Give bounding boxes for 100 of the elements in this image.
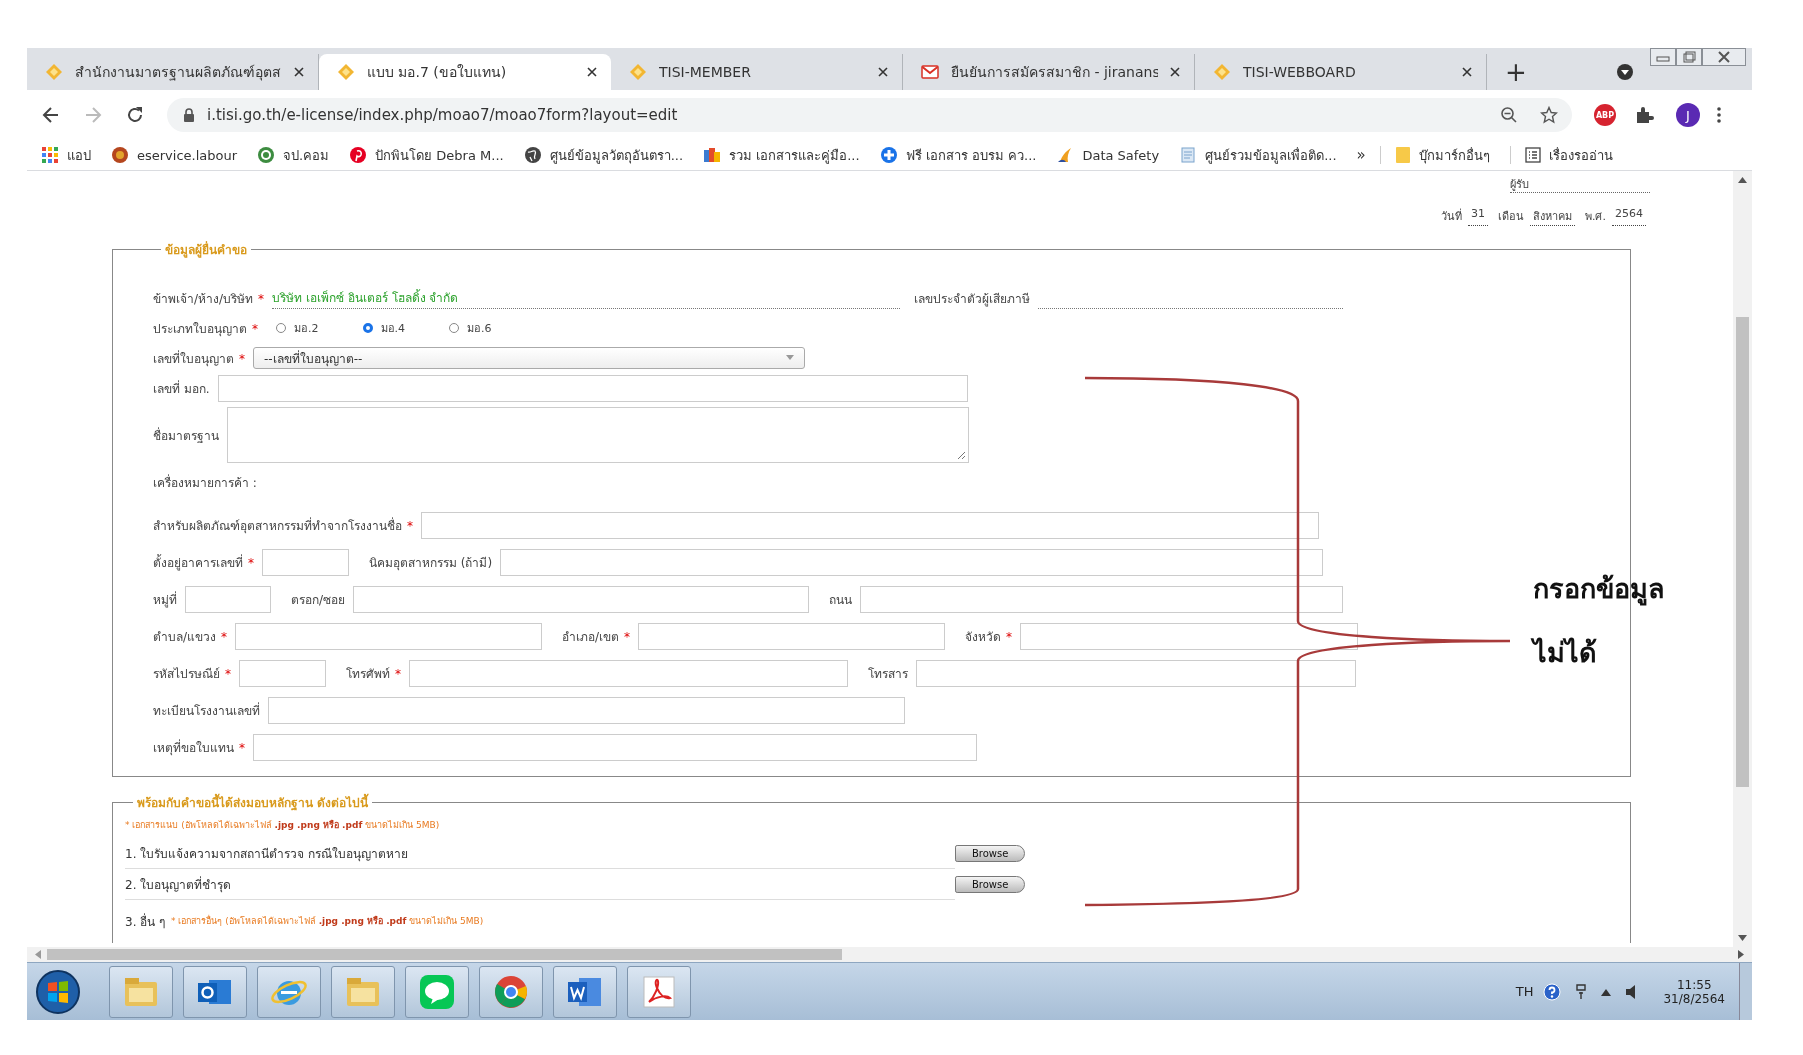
taskbar-button[interactable] [257, 965, 321, 1018]
field-label: โทรศัพท์ * [346, 666, 401, 683]
scroll-thumb[interactable] [1736, 317, 1749, 787]
scroll-right-icon[interactable] [1738, 950, 1744, 959]
scroll-left-icon[interactable] [35, 950, 41, 959]
close-icon[interactable] [587, 67, 597, 77]
language-indicator[interactable]: TH [1515, 984, 1534, 999]
back-icon[interactable] [41, 105, 61, 125]
taskbar-button[interactable] [109, 965, 173, 1018]
input-field[interactable] [185, 586, 271, 613]
document-icon [1179, 146, 1198, 164]
close-icon[interactable] [1170, 67, 1180, 77]
taskbar-button[interactable] [405, 965, 469, 1018]
close-button[interactable] [1702, 48, 1746, 66]
field-label: เลขประจำตัวผู้เสียภาษี [914, 290, 1031, 308]
input-field[interactable] [239, 660, 326, 687]
radio-button[interactable] [362, 323, 373, 333]
bookmark-item[interactable]: ศูนย์ข้อมูลวัตถุอันตรา... [523, 144, 684, 166]
close-icon[interactable] [294, 67, 304, 77]
bookmark-item[interactable]: แอป [41, 144, 91, 166]
browse-button[interactable]: Browse [955, 844, 1026, 862]
taskbar-button[interactable] [331, 965, 395, 1018]
taskbar-button[interactable] [183, 965, 247, 1018]
caret-icon [786, 355, 794, 361]
input-field[interactable] [268, 697, 905, 724]
field-label: เหตุที่ขอใบแทน * [153, 738, 245, 757]
field-label: รหัสไปรษณีย์ * [153, 666, 231, 683]
apps-grid-icon [41, 146, 59, 164]
bookmark-item[interactable]: รวม เอกสารและคู่มือ... [703, 144, 860, 166]
field-label: ถนน [829, 592, 853, 609]
taskbar-button[interactable] [553, 965, 617, 1018]
taskbar-button[interactable] [627, 965, 691, 1018]
reload-icon[interactable] [125, 105, 145, 125]
bookmark-item[interactable]: ปักพินโดย Debra M... [349, 144, 504, 166]
bookmark-item[interactable]: ฟรี เอกสาร อบรม คว... [879, 144, 1037, 166]
envelope-icon [921, 65, 939, 79]
help-icon[interactable] [1543, 982, 1562, 1001]
zoom-out-icon[interactable] [1500, 106, 1518, 124]
new-tab-button[interactable]: + [1487, 54, 1545, 90]
field-label: ชื่อมาตรฐาน [153, 426, 219, 445]
close-icon[interactable] [1462, 67, 1472, 77]
input-field[interactable] [638, 623, 946, 650]
date-label: พ.ศ. [1585, 209, 1606, 225]
site-icon [257, 146, 276, 164]
bookmark-item[interactable]: eservice.labour [111, 146, 238, 164]
field-label: นิคมอุตสาหกรรม (ถ้ามี) [369, 555, 493, 572]
bookmark-item[interactable]: จป.คอม [257, 144, 330, 166]
restore-button[interactable] [1676, 48, 1702, 66]
field-label: สำหรับผลิตภัณฑ์อุตสาหกรรมที่ทำจากโรงงานชื่อ * [153, 516, 413, 535]
field-label: เครื่องหมายการค้า : [153, 473, 257, 492]
bookmark-item[interactable]: ศูนย์รวมข้อมูลเพื่อติด... [1179, 144, 1337, 166]
bookmark-item[interactable]: Data Safety [1056, 146, 1160, 164]
section-title: พร้อมกับคำขอนี้ได้ส่งมอบหลักฐาน ดังต่อไปนี้ [133, 793, 373, 812]
input-field[interactable] [860, 586, 1344, 613]
clock-time[interactable]: 11:55 [1676, 977, 1712, 992]
address-bar[interactable]: i.tisi.go.th/e-license/index.php/moao7/moao7form?layout=edit [167, 98, 1572, 132]
close-icon[interactable] [878, 67, 888, 77]
start-button[interactable] [35, 968, 81, 1015]
date-value: 31 [1468, 207, 1488, 226]
books-icon [703, 146, 722, 164]
adblock-button[interactable]: ABP [1594, 104, 1616, 126]
input-field[interactable] [916, 660, 1356, 687]
puzzle-icon[interactable] [1634, 105, 1654, 125]
date-label: วันที่ [1441, 207, 1462, 225]
option-label: มอ.6 [467, 321, 492, 337]
input-field[interactable] [262, 549, 349, 576]
show-hidden-icon[interactable] [1601, 987, 1612, 996]
horizontal-scrollbar[interactable] [27, 947, 1752, 962]
license-dropdown[interactable]: --เลขที่ใบอนุญาต-- [253, 347, 805, 369]
scroll-up-icon[interactable] [1738, 177, 1747, 183]
browse-button[interactable]: Browse [955, 875, 1026, 893]
star-icon[interactable] [1540, 106, 1558, 124]
taskbar-button[interactable] [479, 965, 543, 1018]
bookmark-item[interactable]: บุ๊กมาร์กอื่นๆ [1394, 144, 1490, 166]
menu-icon[interactable] [1716, 106, 1722, 124]
reading-list-button[interactable]: เรื่องรออ่าน [1524, 144, 1613, 166]
scroll-down-icon[interactable] [1738, 935, 1747, 941]
input-field[interactable] [353, 586, 810, 613]
resize-handle-icon[interactable] [956, 450, 966, 460]
vertical-scrollbar[interactable] [1733, 171, 1752, 947]
upload-note: * เอกสารอื่นๆ (อัพโหลดได้เฉพาะไฟล์ .jpg .png หรือ .pdf ขนาดไม่เกิน 5MB) [170, 914, 484, 928]
input-field[interactable] [500, 549, 1324, 576]
more-bookmarks-button[interactable]: » [1356, 146, 1366, 164]
scroll-thumb[interactable] [47, 949, 842, 960]
profile-avatar[interactable]: J [1676, 103, 1700, 127]
input-field[interactable] [1020, 623, 1359, 650]
input-field[interactable] [217, 374, 968, 402]
input-field[interactable] [253, 734, 977, 761]
input-field[interactable] [235, 623, 543, 650]
field-label: โทรสาร [868, 666, 908, 683]
input-field[interactable] [421, 512, 1319, 539]
forward-icon[interactable] [83, 105, 103, 125]
dropdown-icon[interactable] [1616, 63, 1634, 81]
document-label: 2. ใบอนุญาตที่ชำรุด [125, 875, 233, 894]
folder-icon [1394, 146, 1411, 164]
minimize-button[interactable] [1650, 48, 1676, 66]
input-field[interactable] [409, 660, 848, 687]
diamond-icon [45, 63, 63, 81]
browser-tab[interactable]: แบบ มอ.7 (ขอใบแทน) [319, 54, 611, 90]
clock-date[interactable]: 31/8/2564 [1663, 991, 1725, 1006]
